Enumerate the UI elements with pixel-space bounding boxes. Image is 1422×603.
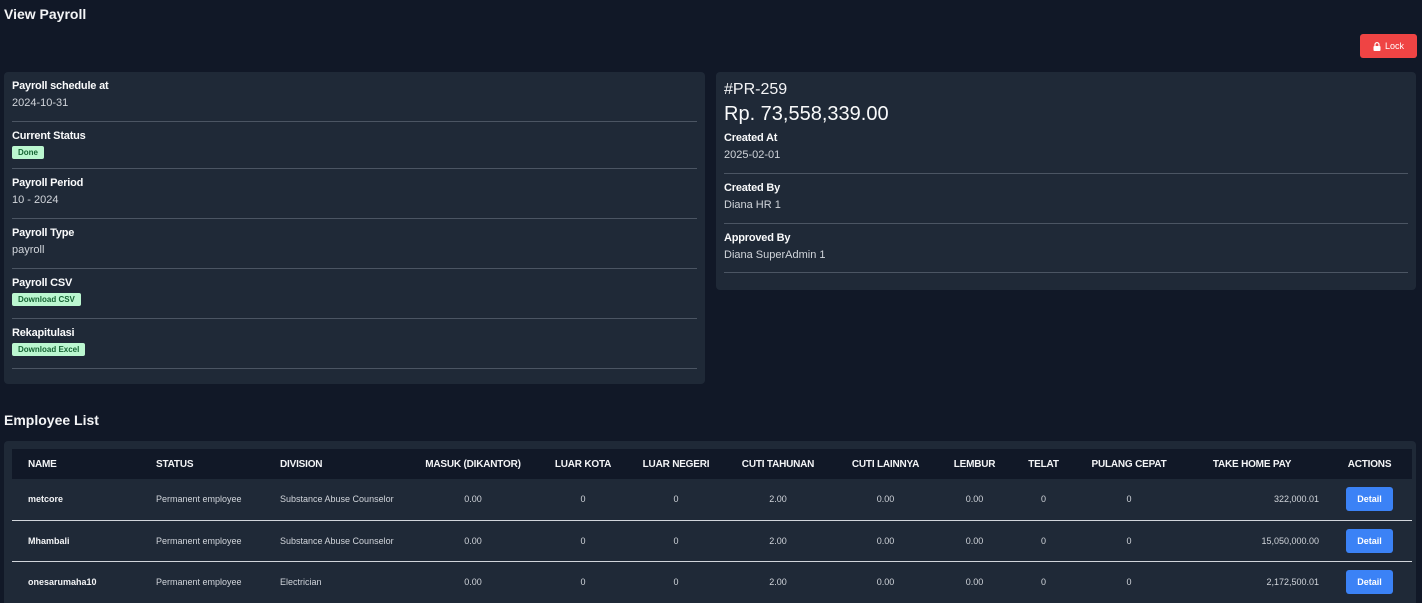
table-header-row: NAME STATUS DIVISION MASUK (DIKANTOR) LU… — [12, 449, 1412, 479]
period-value: 10 - 2024 — [12, 194, 59, 206]
luar-negeri-value: 0 — [673, 494, 679, 505]
payroll-amount: Rp. 73,558,339.00 — [724, 103, 889, 125]
period-label: Payroll Period — [12, 177, 84, 189]
recap-label: Rekapitulasi — [12, 327, 75, 339]
employee-name: onesarumaha10 — [28, 576, 97, 587]
schedule-field: Payroll schedule at 2024-10-31 — [12, 80, 697, 122]
masuk-value: 0.00 — [464, 494, 482, 505]
actions-cell: Detail — [1327, 479, 1412, 520]
detail-button[interactable]: Detail — [1346, 569, 1393, 594]
employee-name: metcore — [28, 494, 64, 505]
page-title: View Payroll — [4, 6, 87, 22]
payroll-detail-card: #PR-259 Rp. 73,558,339.00 Created At 202… — [716, 72, 1416, 290]
cuti-lainnya-value: 0.00 — [876, 535, 895, 546]
download-excel-link[interactable]: Download Excel — [12, 343, 86, 356]
created-at-label: Created At — [724, 132, 778, 144]
schedule-label: Payroll schedule at — [12, 80, 109, 92]
employee-list-title: Employee List — [4, 412, 99, 428]
employee-status: Permanent employee — [156, 535, 242, 546]
masuk-value: 0.00 — [464, 576, 482, 587]
luar-kota-value: 0 — [580, 535, 586, 546]
created-by-value: Diana HR 1 — [724, 199, 781, 211]
csv-label: Payroll CSV — [12, 277, 73, 289]
payroll-id: #PR-259 — [724, 81, 788, 98]
column-header: STATUS — [156, 458, 194, 470]
approved-by-field: Approved By Diana SuperAdmin 1 — [724, 232, 1408, 273]
column-header: TELAT — [1028, 458, 1059, 470]
table-row: onesarumaha10 Permanent employee Electri… — [12, 561, 1412, 602]
cuti-lainnya-value: 0.00 — [876, 576, 895, 587]
type-value: payroll — [12, 244, 45, 256]
lembur-value: 0.00 — [965, 494, 984, 505]
column-header: CUTI LAINNYA — [851, 458, 920, 470]
period-field: Payroll Period 10 - 2024 — [12, 177, 697, 219]
luar-kota-value: 0 — [580, 494, 586, 505]
column-header: NAME — [28, 458, 57, 470]
telat-value: 0 — [1040, 494, 1046, 505]
take-home-pay-value: 2,172,500.01 — [1266, 576, 1319, 587]
table-row: Mhambali Permanent employee Substance Ab… — [12, 520, 1412, 561]
column-header: MASUK (DIKANTOR) — [425, 458, 521, 470]
status-field: Current Status Done — [12, 130, 697, 169]
pulang-cepat-value: 0 — [1126, 494, 1132, 505]
luar-kota-value: 0 — [580, 576, 586, 587]
created-by-label: Created By — [724, 182, 781, 194]
employee-status: Permanent employee — [156, 494, 242, 505]
cuti-lainnya-value: 0.00 — [876, 494, 895, 505]
lock-button[interactable]: Lock — [1360, 34, 1417, 58]
employee-division: Substance Abuse Counselor — [280, 535, 394, 546]
luar-negeri-value: 0 — [673, 576, 679, 587]
lembur-value: 0.00 — [965, 576, 984, 587]
detail-button[interactable]: Detail — [1346, 528, 1393, 553]
employee-division: Electrician — [280, 576, 322, 587]
type-label: Payroll Type — [12, 227, 75, 239]
actions-cell: Detail — [1327, 520, 1412, 561]
created-by-field: Created By Diana HR 1 — [724, 182, 1408, 224]
status-badge: Done — [12, 146, 44, 159]
lock-label: Lock — [1384, 41, 1404, 51]
lembur-value: 0.00 — [965, 535, 984, 546]
download-csv-link[interactable]: Download CSV — [12, 293, 81, 306]
column-header: CUTI TAHUNAN — [741, 458, 815, 470]
telat-value: 0 — [1040, 576, 1046, 587]
take-home-pay-value: 15,050,000.00 — [1261, 535, 1319, 546]
cuti-tahunan-value: 2.00 — [769, 576, 787, 587]
employee-table: NAME STATUS DIVISION MASUK (DIKANTOR) LU… — [12, 449, 1412, 602]
approved-by-value: Diana SuperAdmin 1 — [724, 249, 826, 261]
detail-button[interactable]: Detail — [1346, 487, 1393, 512]
actions-cell: Detail — [1327, 561, 1412, 602]
payroll-summary-card: Payroll schedule at 2024-10-31 Current S… — [4, 72, 705, 384]
luar-negeri-value: 0 — [673, 535, 679, 546]
schedule-value: 2024-10-31 — [12, 97, 69, 109]
employee-status: Permanent employee — [156, 576, 242, 587]
status-label: Current Status — [12, 130, 86, 142]
telat-value: 0 — [1040, 535, 1046, 546]
masuk-value: 0.00 — [464, 535, 482, 546]
employee-division: Substance Abuse Counselor — [280, 494, 394, 505]
pulang-cepat-value: 0 — [1126, 576, 1132, 587]
column-header: LUAR NEGERI — [642, 458, 710, 470]
pulang-cepat-value: 0 — [1126, 535, 1132, 546]
table-row: metcore Permanent employee Substance Abu… — [12, 479, 1412, 520]
csv-field: Payroll CSV Download CSV — [12, 277, 697, 319]
employee-table-container: NAME STATUS DIVISION MASUK (DIKANTOR) LU… — [4, 441, 1416, 603]
lock-icon — [1373, 41, 1381, 51]
column-header: PULANG CEPAT — [1091, 458, 1167, 470]
created-at-field: Created At 2025-02-01 — [724, 132, 1408, 174]
column-header: DIVISION — [280, 458, 323, 470]
employee-name: Mhambali — [28, 535, 70, 546]
type-field: Payroll Type payroll — [12, 227, 697, 269]
cuti-tahunan-value: 2.00 — [769, 494, 787, 505]
column-header: LUAR KOTA — [554, 458, 612, 470]
cuti-tahunan-value: 2.00 — [769, 535, 787, 546]
column-header: TAKE HOME PAY — [1212, 458, 1292, 470]
approved-by-label: Approved By — [724, 232, 791, 244]
column-header: ACTIONS — [1347, 458, 1392, 470]
recap-field: Rekapitulasi Download Excel — [12, 327, 697, 369]
created-at-value: 2025-02-01 — [724, 149, 781, 161]
column-header: LEMBUR — [953, 458, 996, 470]
take-home-pay-value: 322,000.01 — [1273, 494, 1319, 505]
